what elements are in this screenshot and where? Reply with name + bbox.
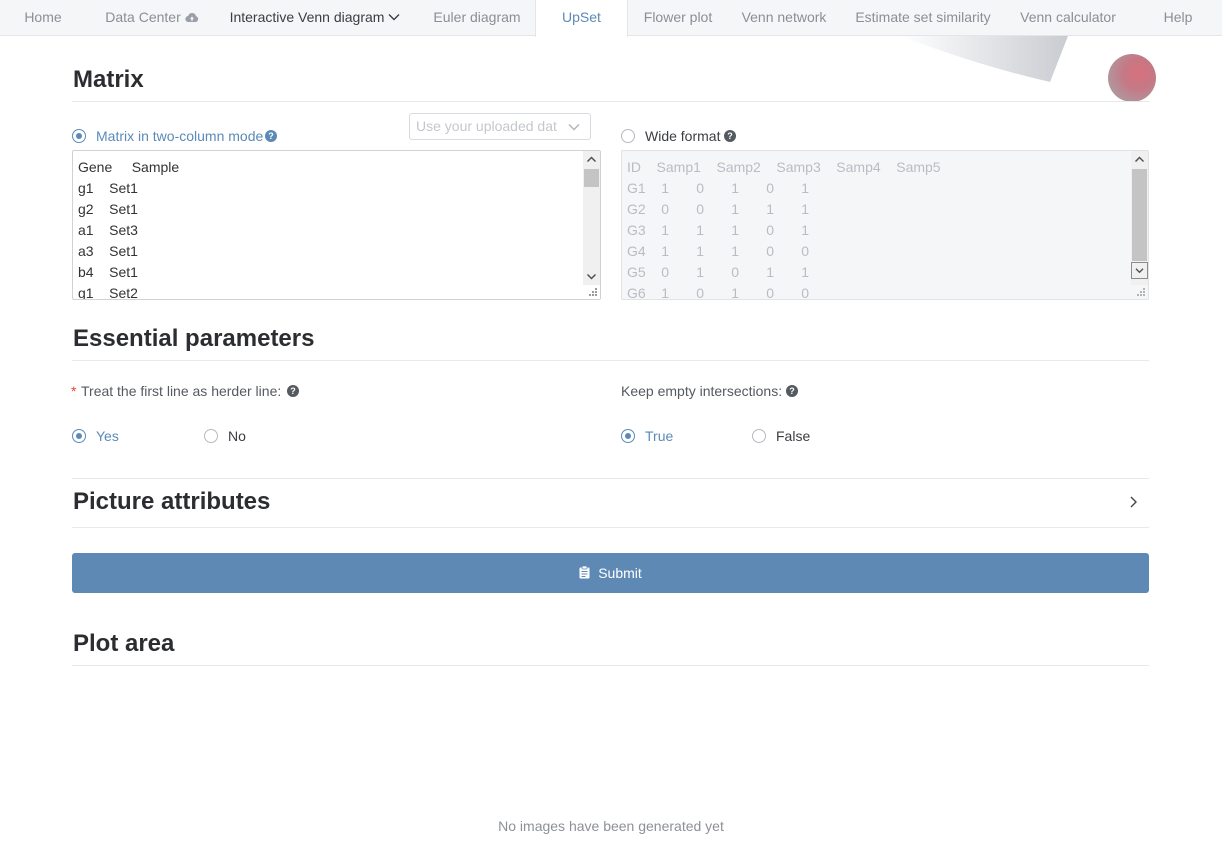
chevron-right-icon[interactable]: [1128, 495, 1138, 509]
matrix-divider: [72, 101, 1149, 102]
scroll-up-arrow-icon[interactable]: [583, 151, 600, 168]
header-no-label: No: [228, 428, 246, 444]
no-images-message: No images have been generated yet: [498, 818, 724, 834]
nav-home[interactable]: Home: [14, 0, 72, 36]
textarea-line: G2 0 0 1 1 1: [627, 201, 810, 217]
nav-estimate-similarity[interactable]: Estimate set similarity: [848, 0, 998, 36]
wide-format-label: Wide format: [645, 128, 721, 144]
avatar[interactable]: [1108, 54, 1156, 102]
plot-divider: [72, 665, 1149, 666]
help-icon[interactable]: ?: [786, 385, 798, 397]
resize-grip-icon[interactable]: [588, 287, 598, 297]
help-icon[interactable]: ?: [287, 385, 299, 397]
header-yes-label: Yes: [96, 428, 119, 444]
picture-top-divider: [72, 478, 1149, 479]
scroll-up-arrow-icon[interactable]: [1131, 151, 1148, 168]
nav-upset-label: UpSet: [562, 9, 601, 25]
nav-interactive-venn[interactable]: Interactive Venn diagram: [220, 0, 410, 36]
nav-venn-calculator-label: Venn calculator: [1020, 9, 1116, 25]
textarea-line: g2 Set1: [78, 201, 138, 217]
nav-venn-network[interactable]: Venn network: [734, 0, 834, 36]
submit-button-label: Submit: [598, 565, 642, 581]
textarea-line: Gene Sample: [78, 159, 180, 175]
picture-bottom-divider: [72, 527, 1149, 528]
cloud-upload-icon: [185, 12, 198, 22]
uploaded-data-select[interactable]: Use your uploaded dat: [409, 113, 591, 140]
textarea-line: a1 Set3: [78, 222, 138, 238]
scroll-down-arrow-icon[interactable]: [1131, 262, 1148, 279]
textarea-line: G1 1 0 1 0 1: [627, 180, 810, 196]
textarea-line: G5 0 1 0 1 1: [627, 264, 810, 280]
nav-help[interactable]: Help: [1156, 0, 1200, 36]
keep-empty-false-label: False: [776, 428, 811, 444]
nav-venn-calculator[interactable]: Venn calculator: [1012, 0, 1124, 36]
keep-empty-false-radio[interactable]: [752, 429, 766, 443]
essential-divider: [72, 360, 1149, 361]
scroll-down-arrow-icon[interactable]: [583, 268, 600, 285]
textarea-line: g1 Set1: [78, 180, 138, 196]
textarea-line: a3 Set1: [78, 243, 138, 259]
textarea-line: g1 Set2: [78, 285, 138, 300]
nav-upset[interactable]: UpSet: [535, 0, 628, 37]
textarea-scrollbar[interactable]: [1131, 151, 1148, 285]
nav-euler[interactable]: Euler diagram: [424, 0, 530, 36]
two-column-mode-label: Matrix in two-column mode: [96, 128, 264, 144]
wide-format-radio[interactable]: [621, 129, 635, 143]
chevron-down-icon: [568, 124, 580, 131]
textarea-line: G6 1 0 1 0 0: [627, 285, 810, 300]
textarea-line: b4 Set1: [78, 264, 138, 280]
essential-parameters-title: Essential parameters: [73, 325, 315, 352]
nav-interactive-venn-label: Interactive Venn diagram: [229, 9, 385, 25]
help-icon[interactable]: ?: [724, 130, 736, 142]
nav-euler-label: Euler diagram: [433, 9, 521, 25]
chevron-down-icon: [388, 14, 400, 21]
nav-flower-label: Flower plot: [643, 9, 713, 25]
keep-empty-true-radio[interactable]: [621, 429, 635, 443]
decorative-swoosh-graphic: [900, 36, 1068, 82]
uploaded-data-select-placeholder: Use your uploaded dat: [416, 118, 557, 134]
header-no-radio[interactable]: [204, 429, 218, 443]
matrix-section-title: Matrix: [73, 66, 144, 93]
plot-area-title: Plot area: [73, 630, 175, 657]
header-line-label: Treat the first line as herder line:: [81, 383, 282, 399]
keep-empty-label: Keep empty intersections:: [621, 383, 783, 399]
nav-home-label: Home: [24, 9, 62, 25]
header-yes-radio[interactable]: [72, 429, 86, 443]
nav-data-center[interactable]: Data Center: [96, 0, 208, 36]
required-mark: *: [71, 383, 77, 399]
textarea-line: ID Samp1 Samp2 Samp3 Samp4 Samp5: [627, 159, 941, 175]
resize-grip-icon[interactable]: [1136, 287, 1146, 297]
nav-flower[interactable]: Flower plot: [636, 0, 720, 36]
keep-empty-true-label: True: [645, 428, 674, 444]
nav-venn-network-label: Venn network: [741, 9, 827, 25]
clipboard-icon: [579, 565, 590, 579]
textarea-line: G3 1 1 1 0 1: [627, 222, 810, 238]
help-icon[interactable]: ?: [265, 130, 277, 142]
scrollbar-thumb[interactable]: [1132, 169, 1147, 261]
nav-data-center-label: Data Center: [105, 9, 181, 25]
wide-format-content: ID Samp1 Samp2 Samp3 Samp4 Samp5 G1 1 0 1…: [627, 157, 941, 300]
wide-format-textarea: ID Samp1 Samp2 Samp3 Samp4 Samp5 G1 1 0 1…: [621, 150, 1149, 300]
nav-estimate-similarity-label: Estimate set similarity: [855, 9, 991, 25]
submit-button[interactable]: Submit: [72, 553, 1149, 593]
scrollbar-thumb[interactable]: [584, 169, 599, 187]
two-column-matrix-content: Gene Sample g1 Set1 g2 Set1 a1 Set3 a3 Set1 b…: [78, 157, 180, 300]
textarea-line: G4 1 1 1 0 0: [627, 243, 810, 259]
top-nav: Home Data Center Interactive Venn diagra…: [0, 0, 1222, 37]
two-column-mode-radio[interactable]: [72, 129, 86, 143]
picture-attributes-title[interactable]: Picture attributes: [73, 488, 270, 516]
nav-help-label: Help: [1163, 9, 1193, 25]
two-column-matrix-textarea[interactable]: Gene Sample g1 Set1 g2 Set1 a1 Set3 a3 Set1 b…: [72, 150, 601, 300]
textarea-scrollbar[interactable]: [583, 151, 600, 285]
